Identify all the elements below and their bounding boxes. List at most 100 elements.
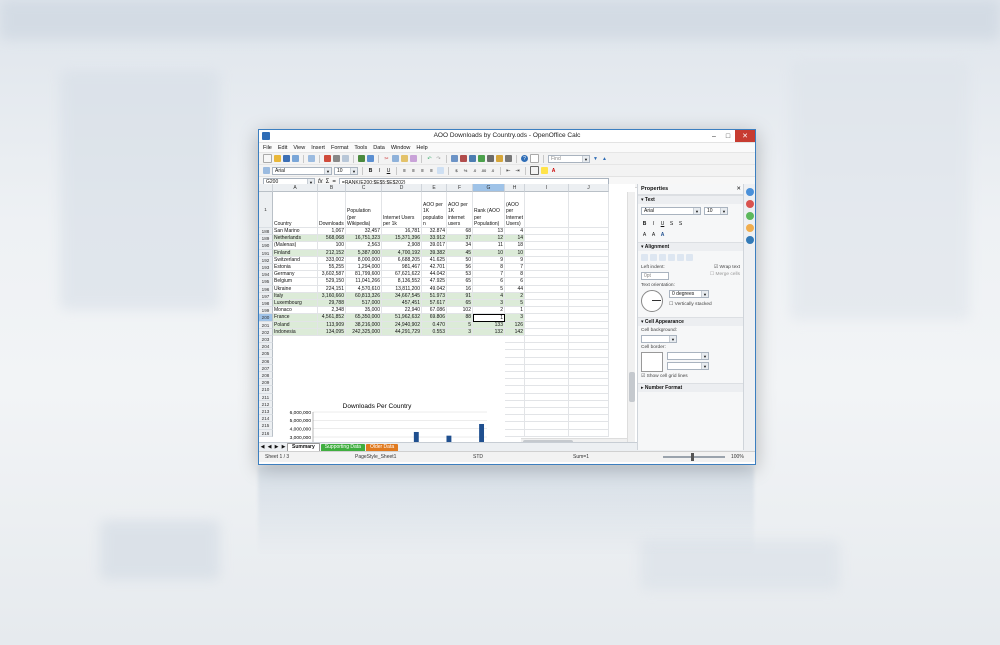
table-cell-c[interactable]: 4,570,610 xyxy=(346,285,382,293)
table-cell-c[interactable]: 1,294,000 xyxy=(346,264,382,272)
table-cell-f[interactable]: 5 xyxy=(447,321,473,329)
cell[interactable] xyxy=(525,256,569,264)
row-header[interactable]: 189 xyxy=(259,235,273,243)
table-cell-c[interactable]: 81,799,600 xyxy=(346,271,382,279)
cell-background-select[interactable]: ▼ xyxy=(641,335,677,343)
table-cell-f[interactable]: 68 xyxy=(447,228,473,236)
cell[interactable] xyxy=(569,192,609,228)
cell[interactable] xyxy=(505,357,525,365)
table-cell-d[interactable]: 44,291,729 xyxy=(382,328,422,336)
table-cell-f[interactable]: 34 xyxy=(447,242,473,250)
close-button[interactable]: ✕ xyxy=(735,130,755,142)
table-cell-d[interactable]: 8,136,552 xyxy=(382,278,422,286)
sort-descending-icon[interactable] xyxy=(469,155,476,162)
cell[interactable] xyxy=(569,271,609,279)
header-cell-g[interactable]: Rank (AOO per Population) xyxy=(473,192,505,228)
column-header-i[interactable]: I xyxy=(525,184,569,192)
downloads-chart[interactable]: Downloads Per Country 6,000,000 5,000,000 4… xyxy=(273,400,491,446)
functions-deck-icon[interactable] xyxy=(746,236,754,244)
table-cell-a[interactable]: Poland xyxy=(273,321,318,329)
styles-icon[interactable] xyxy=(263,167,270,174)
row-header[interactable]: 1 xyxy=(259,192,273,228)
table-cell-h[interactable]: 8 xyxy=(505,271,525,279)
menu-file[interactable]: File xyxy=(263,145,272,151)
cell[interactable] xyxy=(569,343,609,351)
table-cell-a[interactable]: France xyxy=(273,314,318,322)
row-header[interactable]: 216 xyxy=(259,429,273,437)
row-header[interactable]: 195 xyxy=(259,278,273,286)
navigator-icon[interactable] xyxy=(496,155,503,162)
sidebar-bold-icon[interactable]: B xyxy=(641,220,648,227)
cell[interactable] xyxy=(569,285,609,293)
table-cell-c[interactable]: 35,000 xyxy=(346,307,382,315)
table-cell-e[interactable]: 49.042 xyxy=(422,285,447,293)
first-sheet-icon[interactable]: ◀ xyxy=(259,444,266,451)
table-cell-h[interactable]: 10 xyxy=(505,249,525,257)
table-cell-e[interactable]: 57.617 xyxy=(422,300,447,308)
font-color-icon[interactable]: A xyxy=(550,167,557,174)
table-cell-b[interactable]: 529,150 xyxy=(318,278,346,286)
orientation-dial[interactable] xyxy=(641,290,663,312)
open-folder-icon[interactable] xyxy=(274,155,281,162)
properties-deck-icon[interactable] xyxy=(746,188,754,196)
row-header[interactable]: 201 xyxy=(259,321,273,329)
cell-appearance-section-header[interactable]: ▾ Cell Appearance xyxy=(638,317,743,326)
edit-file-icon[interactable] xyxy=(308,155,315,162)
row-header[interactable]: 205 xyxy=(259,350,273,358)
cell[interactable] xyxy=(569,264,609,272)
table-cell-c[interactable]: 2,563 xyxy=(346,242,382,250)
header-cell-b[interactable]: Downloads xyxy=(318,192,346,228)
column-header-c[interactable]: C xyxy=(346,184,382,192)
italic-icon[interactable]: I xyxy=(376,167,383,174)
print-icon[interactable] xyxy=(333,155,340,162)
font-size-select[interactable]: 10 ▼ xyxy=(334,166,358,175)
styles-deck-icon[interactable] xyxy=(746,200,754,208)
table-cell-f[interactable]: 102 xyxy=(447,307,473,315)
column-header-h[interactable]: H xyxy=(505,184,525,192)
export-pdf-icon[interactable] xyxy=(324,155,331,162)
cell[interactable] xyxy=(569,386,609,394)
cell[interactable] xyxy=(525,357,569,365)
row-header[interactable]: 203 xyxy=(259,336,273,344)
borders-icon[interactable] xyxy=(530,166,539,175)
cell[interactable] xyxy=(569,372,609,380)
table-cell-c[interactable]: 32,457 xyxy=(346,228,382,236)
row-header[interactable]: 188 xyxy=(259,228,273,236)
table-cell-g[interactable]: 8 xyxy=(473,264,505,272)
column-header-g[interactable]: G xyxy=(473,184,505,192)
table-cell-g[interactable]: 9 xyxy=(473,256,505,264)
sidebar-font-color-icon[interactable]: A xyxy=(659,231,666,238)
text-section-header[interactable]: ▾ Text xyxy=(638,195,743,204)
align-center-icon[interactable]: ≡ xyxy=(410,167,417,174)
cell[interactable] xyxy=(525,314,569,322)
table-cell-e[interactable]: 41.625 xyxy=(422,256,447,264)
cell[interactable] xyxy=(525,228,569,236)
page-style[interactable]: PageStyle_Sheet1 xyxy=(355,454,473,460)
navigator-deck-icon[interactable] xyxy=(746,224,754,232)
menu-help[interactable]: Help xyxy=(416,145,427,151)
table-cell-f[interactable]: 53 xyxy=(447,271,473,279)
align-left-icon[interactable]: ≡ xyxy=(401,167,408,174)
table-cell-g[interactable]: 7 xyxy=(473,271,505,279)
table-cell-a[interactable]: Luxembourg xyxy=(273,300,318,308)
row-header[interactable]: 204 xyxy=(259,343,273,351)
menu-data[interactable]: Data xyxy=(373,145,385,151)
cell-border-picker[interactable] xyxy=(641,352,663,372)
column-header-a[interactable]: A xyxy=(273,184,318,192)
zoom-slider[interactable] xyxy=(663,453,725,461)
redo-icon[interactable]: ↷ xyxy=(435,155,442,162)
tab-summary[interactable]: Summary xyxy=(287,443,320,451)
table-cell-d[interactable]: 6,688,205 xyxy=(382,256,422,264)
sidebar-strikethrough-icon[interactable]: S xyxy=(668,220,675,227)
table-cell-c[interactable]: 517,000 xyxy=(346,300,382,308)
table-cell-d[interactable]: 24,940,902 xyxy=(382,321,422,329)
header-cell-f[interactable]: AOO per 1K internet users xyxy=(447,192,473,228)
select-all-corner[interactable] xyxy=(259,184,273,192)
row-header[interactable]: 193 xyxy=(259,264,273,272)
menu-insert[interactable]: Insert xyxy=(311,145,325,151)
table-cell-f[interactable]: 65 xyxy=(447,300,473,308)
add-decimal-icon[interactable]: .00 xyxy=(480,167,487,174)
cell[interactable] xyxy=(569,350,609,358)
table-cell-h[interactable]: 3 xyxy=(505,314,525,322)
row-header[interactable]: 194 xyxy=(259,271,273,279)
